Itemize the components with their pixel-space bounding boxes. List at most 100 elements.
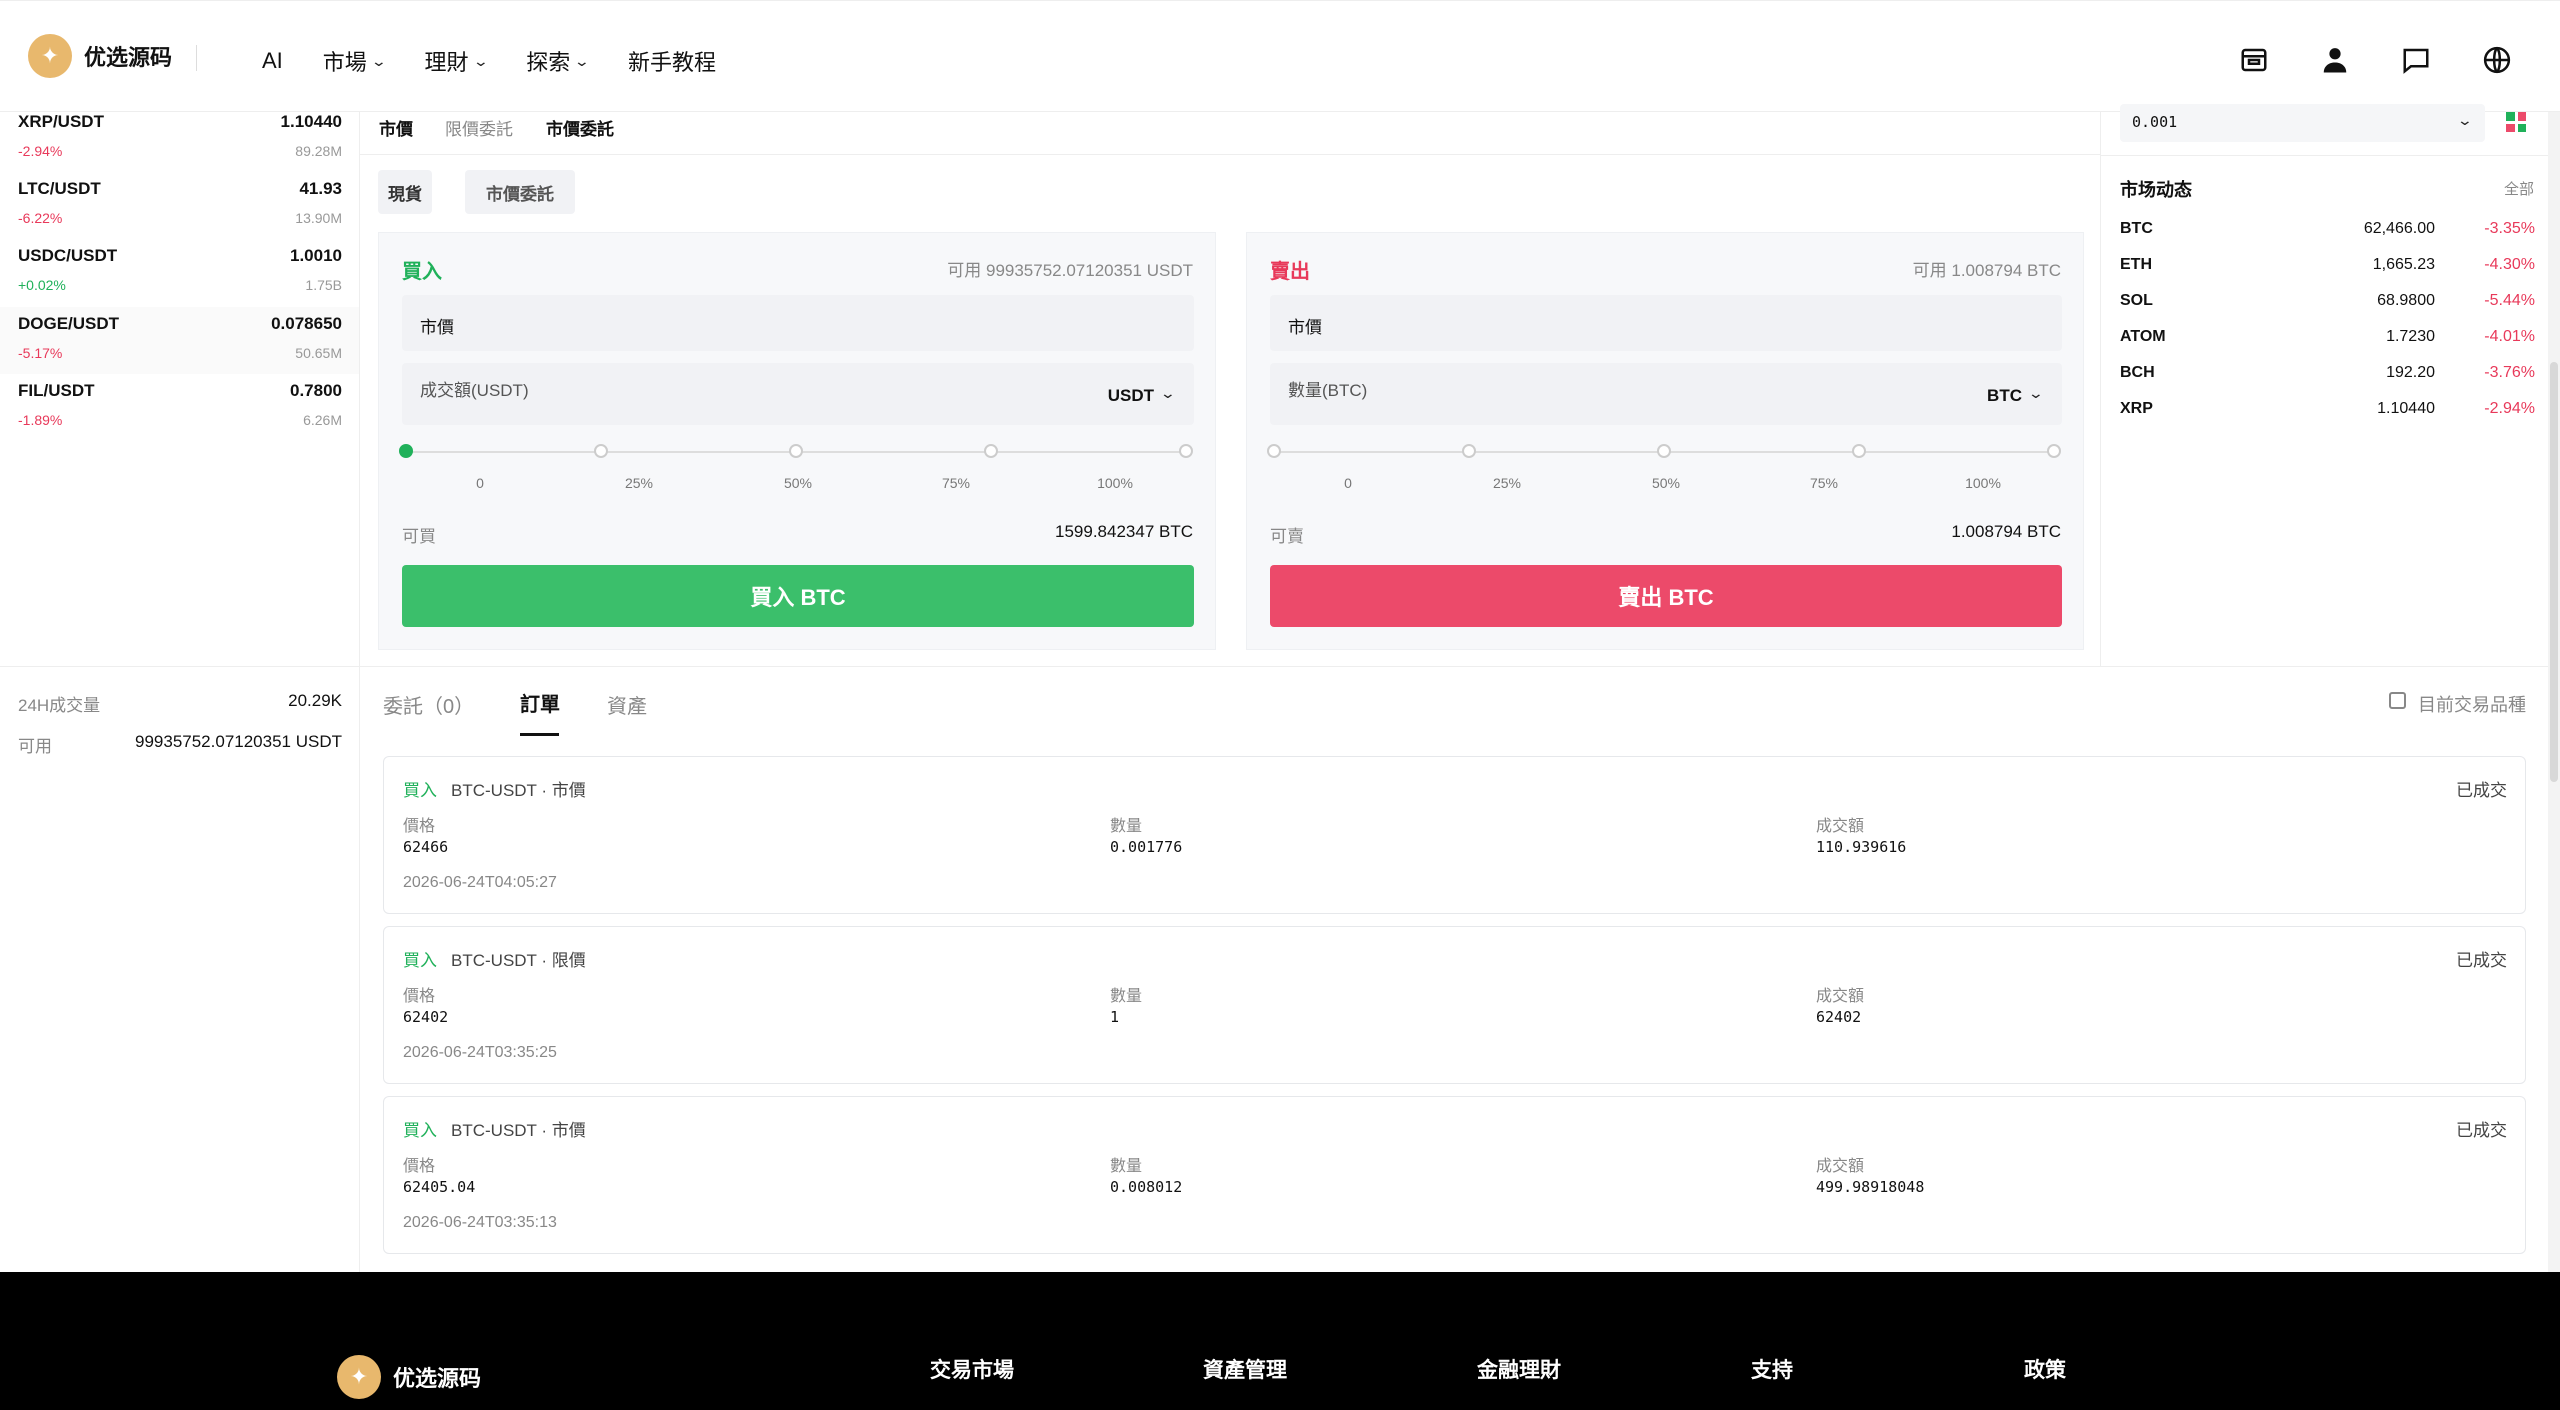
buy-slider-dot[interactable] [789,444,803,458]
sell-tick: 0 [1344,475,1352,491]
sell-slider-dot[interactable] [1852,444,1866,458]
chevron-down-icon: ⌄ [573,52,591,69]
buy-unit[interactable]: USDT [1108,386,1154,406]
buy-amount-field[interactable]: 成交額(USDT) USDT ⌄ [402,363,1194,425]
nav-market[interactable]: 市場 ⌄ [323,45,387,77]
tab-market-order[interactable]: 市價委託 [546,115,614,140]
order-time: 2026-06-24T03:35:13 [403,1214,557,1231]
sell-amount-field[interactable]: 數量(BTC) BTC ⌄ [1270,363,2062,425]
sell-slider-dot[interactable] [1657,444,1671,458]
market-divider [2101,155,2560,156]
pair-name: DOGE/USDT [18,314,120,333]
available-label: 可用 [18,737,52,756]
order-card[interactable]: 買入 BTC-USDT · 市價 已成交 價格 62466 數量 0.00177… [383,756,2526,914]
scrollbar-track[interactable] [2548,112,2560,1272]
order-side: 買入 [403,781,437,800]
footer-col-markets[interactable]: 交易市場 [930,1354,1014,1384]
qty-label: 數量 [1110,1158,1143,1175]
market-coin: ETH [2120,256,2152,273]
sub-tab-market-order[interactable]: 市價委託 [465,170,575,214]
order-amount: 62402 [1816,1008,1862,1026]
tab-divider [360,154,2100,155]
pair-price: 1.0010 [290,246,342,265]
buy-slider-dot[interactable] [984,444,998,458]
brand-logo[interactable]: ✦ 优选源码 [28,34,172,78]
order-pair: BTC-USDT · 限價 [451,951,586,970]
tab-market[interactable]: 市價 [379,115,413,140]
pair-name: FIL/USDT [18,381,95,400]
buy-title: 買入 [402,261,442,283]
market-row[interactable]: ATOM 1.7230 -4.01% [2120,328,2535,358]
precision-select[interactable]: 0.001 ⌄ [2120,104,2485,142]
buy-amount-placeholder: 成交額(USDT) [420,381,529,400]
market-change: -5.44% [2484,292,2535,309]
order-card[interactable]: 買入 BTC-USDT · 市價 已成交 價格 62405.04 數量 0.00… [383,1096,2526,1254]
tab-orders-open[interactable]: 委託（0） [383,690,474,719]
scrollbar-thumb[interactable] [2550,362,2558,782]
sell-unit[interactable]: BTC [1987,386,2022,406]
depth-layout-icon[interactable] [2506,112,2526,132]
pair-row[interactable]: DOGE/USDT 0.078650 -5.17% 50.65M [0,307,359,374]
market-row[interactable]: ETH 1,665.23 -4.30% [2120,256,2535,286]
current-pair-checkbox[interactable] [2389,692,2406,709]
pair-row[interactable]: XRP/USDT 1.10440 -2.94% 89.28M [0,112,359,168]
market-all-link[interactable]: 全部 [2504,178,2534,199]
buy-tick: 50% [783,475,813,491]
sell-tick: 25% [1492,475,1522,491]
sell-slider-dot[interactable] [2047,444,2061,458]
buy-panel: 買入 可用 99935752.07120351 USDT 市價 成交額(USDT… [378,232,1216,650]
brand-name: 优选源码 [84,45,173,70]
pair-volume: 50.65M [295,345,342,361]
pair-row[interactable]: FIL/USDT 0.7800 -1.89% 6.26M [0,381,359,437]
user-icon[interactable] [2317,42,2353,78]
buy-type-field[interactable]: 市價 [402,295,1194,351]
order-card[interactable]: 買入 BTC-USDT · 限價 已成交 價格 62402 數量 1 成交額 6… [383,926,2526,1084]
sell-tick: 75% [1809,475,1839,491]
sell-button[interactable]: 賣出 BTC [1270,565,2062,627]
footer-col-finance[interactable]: 金融理財 [1477,1354,1561,1384]
order-price: 62402 [403,1008,449,1026]
footer-brand[interactable]: ✦ 优选源码 [337,1355,481,1399]
sell-tick: 100% [1965,475,2001,491]
footer-col-policy[interactable]: 政策 [2024,1354,2066,1384]
tab-assets[interactable]: 資產 [607,690,647,719]
nav-tutorial[interactable]: 新手教程 [628,45,716,77]
logo-icon: ✦ [337,1355,381,1399]
pair-row[interactable]: USDC/USDT 1.0010 +0.02% 1.75B [0,246,359,302]
price-label: 價格 [403,1158,436,1175]
volume-value: 20.29K [288,691,342,710]
nav-finance[interactable]: 理財 ⌄ [425,45,489,77]
globe-icon[interactable] [2479,42,2515,78]
sell-type-field[interactable]: 市價 [1270,295,2062,351]
tab-orders[interactable]: 訂單 [520,688,560,717]
market-coin: SOL [2120,292,2153,309]
message-icon[interactable] [2398,42,2434,78]
nav-ai[interactable]: AI [262,45,283,77]
market-row[interactable]: BCH 192.20 -3.76% [2120,364,2535,394]
pair-price: 0.7800 [290,381,342,400]
nav-explore[interactable]: 探索 ⌄ [526,45,591,77]
pair-row[interactable]: LTC/USDT 41.93 -6.22% 13.90M [0,179,359,235]
order-price: 62466 [403,838,449,856]
sell-slider-handle[interactable] [1267,444,1281,458]
sell-can-value: 1.008794 BTC [1951,522,2061,541]
sell-slider-dot[interactable] [1462,444,1476,458]
buy-slider-dot[interactable] [1179,444,1193,458]
footer-col-assets[interactable]: 資產管理 [1203,1354,1287,1384]
market-row[interactable]: BTC 62,466.00 -3.35% [2120,220,2535,250]
pair-list: XRP/USDT 1.10440 -2.94% 89.28M LTC/USDT … [0,112,359,442]
buy-slider-handle[interactable] [399,444,413,458]
buy-button[interactable]: 買入 BTC [402,565,1194,627]
sell-available: 可用 1.008794 BTC [1912,261,2061,280]
buy-slider-dot[interactable] [594,444,608,458]
price-label: 價格 [403,988,436,1005]
chevron-down-icon: ⌄ [2027,385,2045,401]
wallet-icon[interactable] [2236,42,2272,78]
sub-tab-spot[interactable]: 現貨 [378,170,432,214]
order-status: 已成交 [2456,951,2507,970]
market-row[interactable]: XRP 1.10440 -2.94% [2120,400,2535,430]
footer-col-support[interactable]: 支持 [1751,1354,1793,1384]
tab-limit[interactable]: 限價委託 [445,115,513,140]
chevron-down-icon: ⌄ [1159,385,1177,401]
market-row[interactable]: SOL 68.9800 -5.44% [2120,292,2535,322]
